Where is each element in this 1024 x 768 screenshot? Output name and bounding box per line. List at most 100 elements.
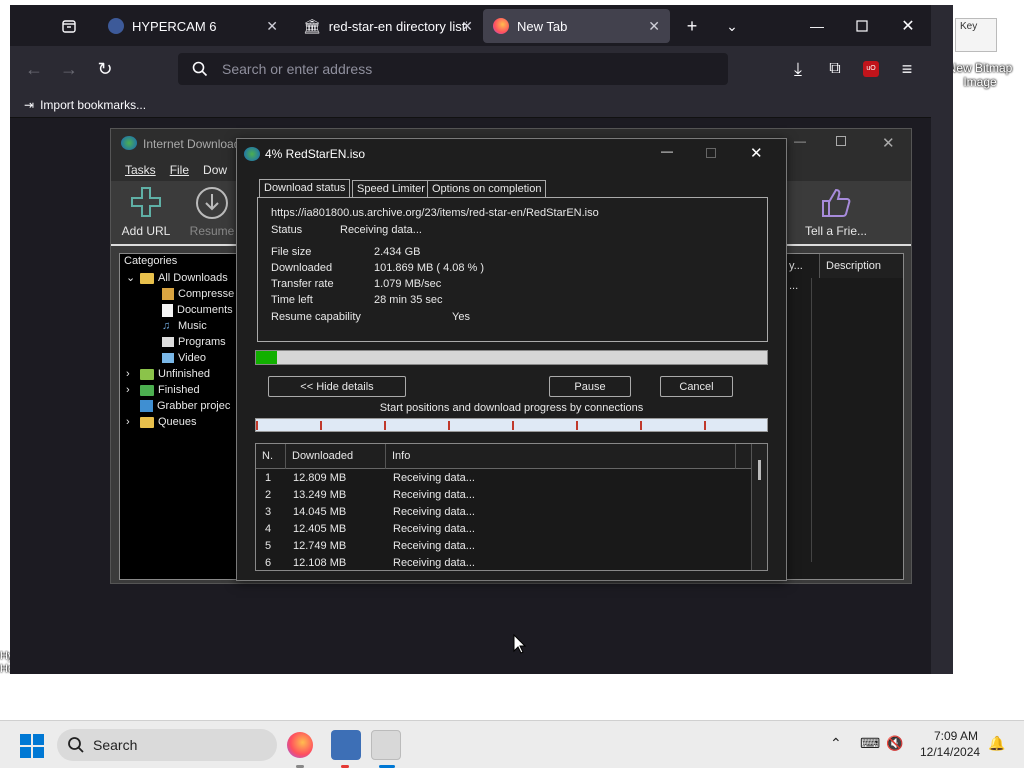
tree-label: Queues — [158, 416, 197, 428]
address-bar[interactable] — [178, 53, 728, 85]
ublock-icon[interactable]: uO — [857, 55, 885, 83]
table-row[interactable]: 5 12.749 MB Receiving data... — [256, 538, 751, 555]
chevron-right-icon[interactable]: › — [126, 414, 136, 430]
menu-tasks[interactable]: Tasks — [125, 163, 156, 177]
minimize-icon[interactable]: — — [803, 12, 831, 40]
progress-fill — [256, 351, 277, 364]
add-url-button[interactable]: Add URL — [119, 186, 173, 238]
status-label: Status — [271, 224, 303, 236]
close-window-icon[interactable]: ✕ — [894, 12, 922, 40]
column-downloaded[interactable]: Downloaded — [286, 444, 386, 469]
clock-date[interactable]: 12/14/2024 — [920, 745, 980, 759]
minimize-icon[interactable]: — — [794, 134, 806, 148]
volume-muted-icon[interactable]: 🔇 — [886, 735, 903, 752]
tree-all-downloads[interactable]: ⌄ All Downloads — [126, 270, 228, 286]
cell-n: 1 — [265, 472, 272, 484]
tree-video[interactable]: Video — [162, 350, 206, 366]
scrollbar-thumb[interactable] — [758, 460, 761, 480]
menu-file[interactable]: File — [170, 163, 189, 177]
tree-label: Finished — [158, 384, 200, 396]
hide-details-button[interactable]: << Hide details — [268, 376, 406, 397]
minimize-icon[interactable]: — — [661, 144, 673, 158]
tab-options-on-completion[interactable]: Options on completion — [427, 180, 547, 197]
cancel-button[interactable]: Cancel — [660, 376, 733, 397]
download-list[interactable]: y... Description ... — [786, 253, 904, 580]
close-icon[interactable]: ✕ — [882, 134, 895, 152]
forward-arrow-icon[interactable]: → — [55, 55, 83, 83]
table-row[interactable]: 4 12.405 MB Receiving data... — [256, 521, 751, 538]
tree-label: Grabber projec — [157, 400, 231, 412]
pause-button[interactable]: Pause — [549, 376, 631, 397]
column-info[interactable]: Info — [386, 444, 736, 469]
column-n[interactable]: N. — [256, 444, 286, 469]
categories-panel: Categories ⌄ All Downloads Compresse Docu… — [119, 253, 243, 580]
back-arrow-icon[interactable]: ← — [20, 55, 48, 83]
tree-documents[interactable]: Documents — [162, 302, 233, 318]
notification-bell-icon[interactable]: 🔔 — [988, 735, 1005, 752]
maximize-icon[interactable] — [836, 136, 846, 146]
extensions-icon[interactable]: ⧉ — [821, 55, 849, 83]
resume-button[interactable]: Resume — [185, 186, 239, 238]
hypercam-taskbar-icon[interactable] — [331, 730, 361, 760]
tab-download-status[interactable]: Download status — [259, 179, 351, 198]
chevron-down-icon[interactable]: ⌄ — [126, 270, 136, 286]
table-row[interactable]: 2 13.249 MB Receiving data... — [256, 487, 751, 504]
cell-n: 3 — [265, 506, 272, 518]
tree-queues[interactable]: › Queues — [126, 414, 197, 430]
clock-time[interactable]: 7:09 AM — [934, 729, 978, 743]
cell-n: 4 — [265, 523, 272, 535]
import-bookmarks-link[interactable]: ⇥ Import bookmarks... — [24, 98, 146, 112]
network-icon[interactable]: ⌨ — [860, 735, 880, 752]
chevron-down-icon[interactable]: ⌄ — [718, 12, 746, 40]
maximize-icon[interactable] — [848, 12, 876, 40]
tell-a-friend-button[interactable]: Tell a Frie... — [803, 186, 869, 238]
time-left-label: Time left — [271, 294, 313, 306]
tree-music[interactable]: ♫ Music — [162, 318, 207, 334]
chevron-right-icon[interactable]: › — [126, 382, 136, 398]
tree-label: Video — [178, 352, 206, 364]
connections-table[interactable]: N. Downloaded Info 1 12.809 MB Receiving d… — [255, 443, 768, 571]
tree-programs[interactable]: Programs — [162, 334, 226, 350]
tab-speed-limiter[interactable]: Speed Limiter — [352, 180, 430, 197]
maximize-icon[interactable] — [706, 148, 716, 158]
tab-list-icon[interactable] — [55, 12, 83, 40]
firefox-taskbar-icon[interactable] — [287, 732, 313, 758]
close-icon[interactable]: ✕ — [266, 18, 278, 35]
cell-info: Receiving data... — [393, 489, 475, 501]
tree-grabber-projects[interactable]: Grabber projec — [126, 398, 230, 414]
desktop-icon-label[interactable]: New Bitmap Image — [945, 61, 1015, 89]
tree-unfinished[interactable]: › Unfinished — [126, 366, 210, 382]
start-windows-icon[interactable] — [20, 734, 44, 758]
close-icon[interactable]: ✕ — [648, 18, 660, 35]
reload-icon[interactable]: ↻ — [91, 55, 119, 83]
tree-finished[interactable]: › Finished — [126, 382, 200, 398]
tree-label: Programs — [178, 336, 226, 348]
close-icon[interactable]: ✕ — [461, 18, 473, 35]
downloads-icon[interactable]: ⤓ — [784, 55, 812, 83]
menu-hamburger-icon[interactable]: ≡ — [893, 55, 921, 83]
new-tab-plus-icon[interactable]: + — [678, 12, 706, 40]
column-header-partial[interactable]: y... — [789, 260, 803, 272]
tab-hypercam[interactable]: HYPERCAM 6 ✕ — [98, 9, 288, 43]
chevron-right-icon[interactable]: › — [126, 366, 136, 382]
idm-taskbar-icon[interactable] — [371, 730, 401, 760]
taskbar-search[interactable]: Search — [57, 729, 277, 761]
downloaded-label: Downloaded — [271, 262, 333, 274]
scrollbar[interactable] — [751, 444, 767, 570]
tab-new-tab[interactable]: New Tab ✕ — [483, 9, 670, 43]
plus-icon — [130, 186, 162, 218]
table-row[interactable]: 6 12.108 MB Receiving data... — [256, 555, 751, 570]
tree-compressed[interactable]: Compresse — [162, 286, 234, 302]
column-header-description[interactable]: Description — [819, 254, 903, 278]
chevron-up-icon[interactable]: ⌃ — [830, 735, 842, 752]
archive-icon: 🏛 — [303, 17, 321, 34]
table-row[interactable]: 1 12.809 MB Receiving data... — [256, 470, 751, 487]
thumbs-up-icon — [819, 186, 853, 220]
tree-label: Documents — [177, 304, 233, 316]
menu-downloads[interactable]: Dow — [203, 163, 227, 177]
url-input[interactable] — [222, 59, 702, 79]
bitmap-file-icon[interactable]: Key — [955, 18, 997, 52]
tab-archive[interactable]: 🏛 red-star-en directory listi ✕ — [293, 9, 483, 43]
table-row[interactable]: 3 14.045 MB Receiving data... — [256, 504, 751, 521]
close-icon[interactable]: ✕ — [750, 144, 763, 162]
